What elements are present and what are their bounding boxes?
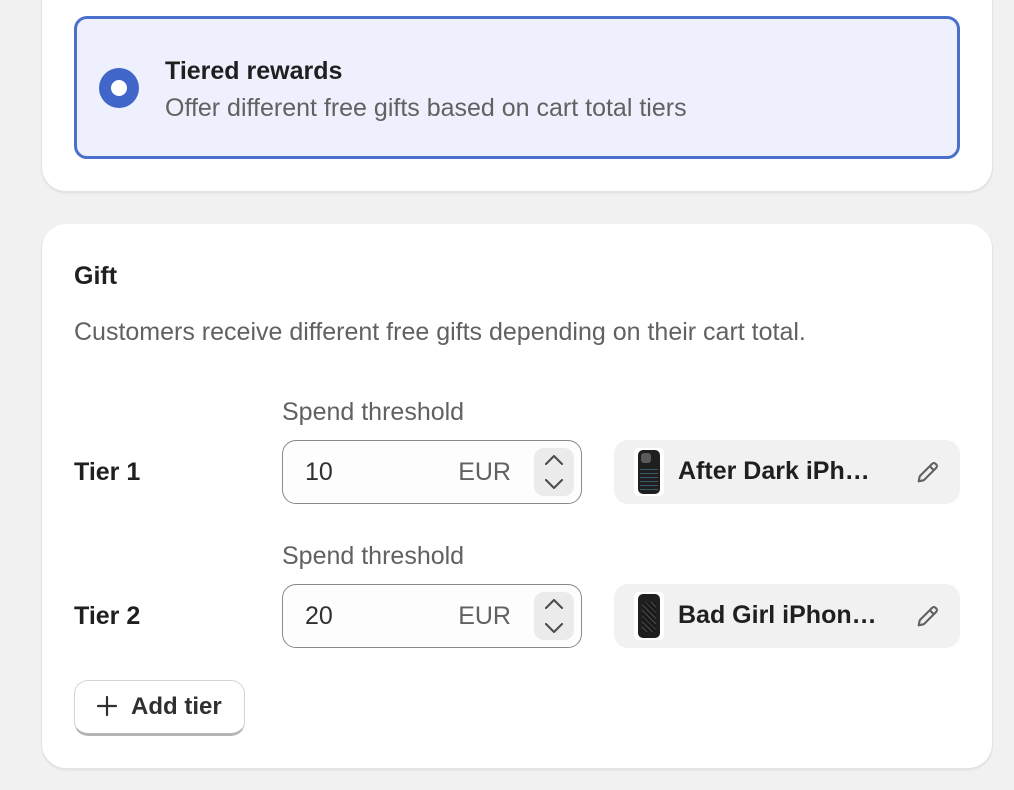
gift-product-name: After Dark iPhone Case xyxy=(678,457,882,485)
threshold-stepper xyxy=(534,592,574,640)
radio-selected-icon[interactable] xyxy=(99,68,139,108)
chevron-up-icon[interactable] xyxy=(534,592,574,616)
reward-option-title: Tiered rewards xyxy=(165,57,343,85)
gift-product-selector[interactable]: After Dark iPhone Case xyxy=(614,440,960,504)
threshold-value[interactable]: 20 xyxy=(305,602,333,631)
currency-suffix: EUR xyxy=(458,458,511,486)
gift-product-selector[interactable]: Bad Girl iPhone Case xyxy=(614,584,960,648)
spend-threshold-input[interactable]: 20 EUR xyxy=(282,584,582,648)
pencil-icon[interactable] xyxy=(912,600,944,632)
spend-threshold-label: Spend threshold xyxy=(282,542,465,570)
tier-row-1: Tier 1 Spend threshold 10 EUR After Dark… xyxy=(42,396,992,516)
threshold-value[interactable]: 10 xyxy=(305,458,333,487)
add-tier-label: Add tier xyxy=(131,693,222,720)
reward-option-description: Offer different free gifts based on cart… xyxy=(165,94,687,122)
currency-suffix: EUR xyxy=(458,602,511,630)
reward-type-card: Tiered rewards Offer different free gift… xyxy=(42,0,992,191)
tier-row-2: Tier 2 Spend threshold 20 EUR Bad Girl i… xyxy=(42,540,992,660)
spend-threshold-input[interactable]: 10 EUR xyxy=(282,440,582,504)
chevron-down-icon[interactable] xyxy=(534,472,574,496)
spend-threshold-label: Spend threshold xyxy=(282,398,465,426)
phone-case-thumbnail-icon xyxy=(634,592,664,640)
chevron-down-icon[interactable] xyxy=(534,616,574,640)
tier-label: Tier 1 xyxy=(74,458,141,486)
gift-product-name: Bad Girl iPhone Case xyxy=(678,601,882,629)
tier-label: Tier 2 xyxy=(74,602,141,630)
add-tier-button[interactable]: Add tier xyxy=(74,680,245,736)
threshold-stepper xyxy=(534,448,574,496)
chevron-up-icon[interactable] xyxy=(534,448,574,472)
gift-section-description: Customers receive different free gifts d… xyxy=(74,318,806,346)
radio-dot xyxy=(111,80,127,96)
pencil-icon[interactable] xyxy=(912,456,944,488)
reward-option-tiered[interactable]: Tiered rewards Offer different free gift… xyxy=(74,16,960,159)
plus-icon xyxy=(95,694,119,718)
gift-section-title: Gift xyxy=(74,262,118,290)
phone-case-thumbnail-icon xyxy=(634,448,664,496)
gift-card: Gift Customers receive different free gi… xyxy=(42,224,992,768)
